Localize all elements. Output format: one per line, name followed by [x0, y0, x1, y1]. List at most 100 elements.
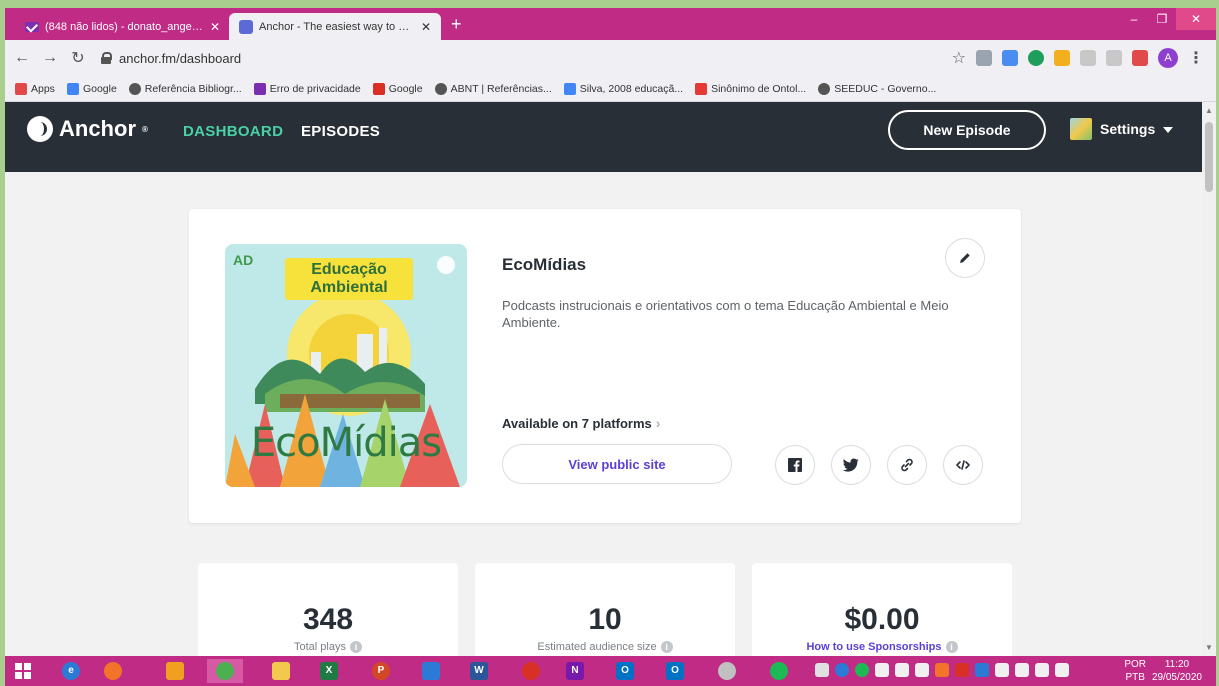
scrollbar[interactable]: ▲ ▼	[1202, 102, 1216, 656]
bookmark-item[interactable]: Google	[372, 82, 423, 95]
code-icon	[956, 460, 970, 470]
pdf-extension-icon[interactable]	[1132, 50, 1148, 66]
nav-dashboard[interactable]: DASHBOARD	[183, 123, 283, 140]
tab-gmail[interactable]: (848 não lidos) - donato_angela@ ✕	[15, 13, 230, 40]
taskbar-app[interactable]	[413, 659, 449, 683]
taskbar-app[interactable]	[157, 659, 193, 683]
input-language[interactable]: POR PTB	[1124, 658, 1146, 684]
extension-icon[interactable]	[1080, 50, 1096, 66]
taskbar-clock[interactable]: 11:20 29/05/2020	[1152, 658, 1202, 684]
tab-anchor[interactable]: Anchor - The easiest way to mak ✕	[229, 13, 441, 40]
close-icon[interactable]: ✕	[210, 20, 220, 34]
view-public-site-button[interactable]: View public site	[502, 444, 732, 484]
lock-icon	[101, 52, 112, 64]
profile-avatar[interactable]: A	[1158, 48, 1178, 68]
bookmark-star-icon[interactable]: ☆	[952, 48, 966, 68]
info-icon[interactable]: i	[660, 641, 673, 653]
tray-app-icon[interactable]	[935, 663, 949, 677]
embed-button[interactable]	[943, 445, 983, 485]
browser-window: (848 não lidos) - donato_angela@ ✕ Ancho…	[5, 8, 1216, 656]
bookmark-item[interactable]: Sinônimo de Ontol...	[695, 82, 806, 95]
scrollbar-thumb[interactable]	[1205, 122, 1213, 192]
taskbar-app[interactable]: O	[607, 659, 643, 683]
bookmark-item[interactable]: Erro de privacidade	[253, 82, 361, 95]
available-platforms-link[interactable]: Available on 7 platforms ›	[502, 415, 660, 431]
forward-icon[interactable]: →	[39, 49, 61, 67]
taskbar-app[interactable]	[207, 659, 243, 683]
address-bar[interactable]: anchor.fm/dashboard	[101, 51, 241, 66]
settings-menu[interactable]: Settings	[1070, 118, 1174, 140]
menu-kebab-icon[interactable]: ⋮	[1188, 48, 1204, 68]
share-twitter-button[interactable]	[831, 445, 871, 485]
taskbar-app[interactable]	[513, 659, 549, 683]
extension-icon[interactable]	[1002, 50, 1018, 66]
info-icon[interactable]: i	[945, 641, 958, 653]
extension-icon[interactable]	[1028, 50, 1044, 66]
outlook-icon: O	[616, 662, 634, 680]
keyboard-icon[interactable]	[815, 663, 829, 677]
bookmark-item[interactable]: Referência Bibliogr...	[128, 82, 242, 95]
taskbar-app[interactable]: W	[461, 659, 497, 683]
bookmark-item[interactable]: Silva, 2008 educaçã...	[563, 82, 684, 95]
bookmark-item[interactable]: SEEDUC - Governo...	[818, 82, 937, 95]
back-icon[interactable]: ←	[11, 49, 33, 67]
windows-start-icon[interactable]	[15, 663, 31, 679]
bookmark-item[interactable]: Apps	[15, 82, 55, 95]
tray-app-icon[interactable]	[835, 663, 849, 677]
battery-icon[interactable]	[1015, 663, 1029, 677]
taskbar-app[interactable]	[263, 659, 299, 683]
podcast-cover: AD Educação Ambiental EcoMídias	[225, 244, 467, 487]
reload-icon[interactable]: ↻	[67, 48, 89, 68]
new-tab-icon[interactable]: +	[451, 14, 462, 35]
bookmark-item[interactable]: Google	[66, 82, 117, 95]
stat-audience-size: 10 Estimated audience size i	[475, 563, 735, 656]
bookmark-item[interactable]: ABNT | Referências...	[434, 82, 552, 95]
security-shield-icon	[422, 662, 440, 680]
tray-app-icon[interactable]	[955, 663, 969, 677]
anchor-logo[interactable]: Anchor ®	[27, 116, 148, 142]
maximize-icon[interactable]: ❐	[1148, 8, 1176, 30]
stat-label: Total plays i	[198, 641, 458, 653]
edit-button[interactable]	[945, 238, 985, 278]
copy-link-button[interactable]	[887, 445, 927, 485]
bookmark-label: SEEDUC - Governo...	[834, 82, 937, 95]
window-close-icon[interactable]: ✕	[1176, 8, 1216, 30]
taskbar-app[interactable]	[709, 659, 745, 683]
nav-episodes[interactable]: EPISODES	[301, 123, 380, 140]
clock-time: 11:20	[1164, 659, 1190, 670]
url-text: anchor.fm/dashboard	[119, 50, 242, 66]
sponsorships-link[interactable]: How to use Sponsorships i	[752, 641, 1012, 653]
tray-app-icon[interactable]	[915, 663, 929, 677]
close-icon[interactable]: ✕	[421, 20, 431, 34]
taskbar-app[interactable]	[761, 659, 797, 683]
taskbar-app[interactable]	[95, 659, 131, 683]
chevron-right-icon: ›	[655, 415, 661, 431]
volume-icon[interactable]	[1035, 663, 1049, 677]
network-icon[interactable]	[995, 663, 1009, 677]
share-facebook-button[interactable]	[775, 445, 815, 485]
spotify-tray-icon[interactable]	[855, 663, 869, 677]
bookmark-label: Silva, 2008 educaçã...	[579, 82, 684, 95]
info-icon[interactable]: i	[349, 641, 362, 653]
taskbar-app[interactable]: N	[557, 659, 593, 683]
tray-app-icon[interactable]	[895, 663, 909, 677]
globe-icon	[818, 82, 831, 95]
tray-app-icon[interactable]	[975, 663, 989, 677]
extension-icon[interactable]	[1054, 50, 1070, 66]
scroll-down-icon[interactable]: ▼	[1205, 643, 1213, 652]
facebook-icon	[788, 458, 802, 472]
scroll-up-icon[interactable]: ▲	[1205, 106, 1213, 115]
signal-icon[interactable]	[1055, 663, 1069, 677]
extension-icon[interactable]	[976, 50, 992, 66]
minimize-icon[interactable]: –	[1120, 8, 1148, 30]
taskbar-app[interactable]: X	[311, 659, 347, 683]
taskbar-app[interactable]: O	[657, 659, 693, 683]
taskbar-app[interactable]: e	[53, 659, 89, 683]
cover-badge: AD	[233, 252, 254, 268]
link-icon	[901, 458, 913, 472]
stat-label: Estimated audience size i	[475, 641, 735, 653]
tray-app-icon[interactable]	[875, 663, 889, 677]
extension-icon[interactable]	[1106, 50, 1122, 66]
new-episode-button[interactable]: New Episode	[888, 110, 1046, 150]
taskbar-app[interactable]: P	[363, 659, 399, 683]
